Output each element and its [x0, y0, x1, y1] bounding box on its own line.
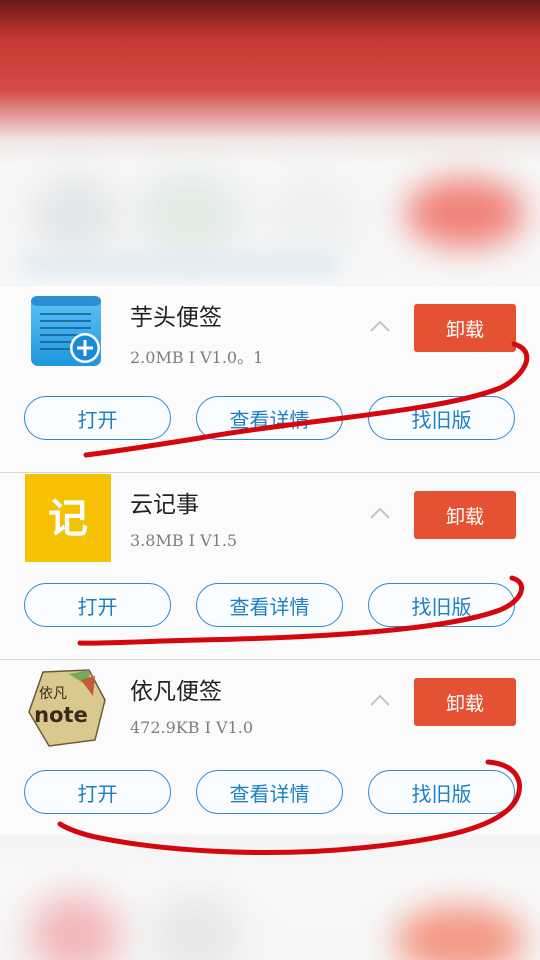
- app-name: 依凡便签: [130, 679, 222, 705]
- app-card-yutou: 芋头便签 2.0MB I V1.0。1 卸载 打开 查看详情 找旧版: [0, 286, 540, 473]
- find-old-version-button[interactable]: 找旧版: [368, 583, 515, 627]
- view-details-button[interactable]: 查看详情: [196, 396, 343, 440]
- view-details-button[interactable]: 查看详情: [196, 583, 343, 627]
- app-size-version: 472.9KB I V1.0: [130, 718, 254, 737]
- open-button[interactable]: 打开: [24, 583, 171, 627]
- app-size-version: 2.0MB I V1.0。1: [130, 348, 264, 367]
- blurred-footer-area: [0, 835, 540, 960]
- blurred-button: [395, 905, 525, 960]
- app-size-version: 3.8MB I V1.5: [130, 531, 238, 550]
- open-button[interactable]: 打开: [24, 396, 171, 440]
- icon-glyph: note: [34, 703, 88, 727]
- app-card-yunjishi: 记 云记事 3.8MB I V1.5 卸载 打开 查看详情 找旧版: [0, 473, 540, 660]
- chevron-up-icon[interactable]: [368, 692, 392, 708]
- app-name: 云记事: [130, 492, 199, 518]
- chevron-up-icon[interactable]: [368, 505, 392, 521]
- uninstall-button[interactable]: 卸载: [414, 491, 516, 539]
- blurred-icon: [30, 895, 120, 960]
- uninstall-button[interactable]: 卸载: [414, 678, 516, 726]
- blurred-button: [405, 178, 525, 248]
- blurred-icon: [265, 175, 360, 260]
- view-details-button[interactable]: 查看详情: [196, 770, 343, 814]
- yun-ji-icon[interactable]: 记: [25, 474, 111, 562]
- app-card-yifan: 依凡 note 依凡便签 472.9KB I V1.0 卸载 打开 查看详情 找…: [0, 660, 540, 847]
- blurred-icon: [135, 170, 245, 260]
- find-old-version-button[interactable]: 找旧版: [368, 770, 515, 814]
- chevron-up-icon[interactable]: [368, 318, 392, 334]
- open-button[interactable]: 打开: [24, 770, 171, 814]
- yifan-note-icon[interactable]: 依凡 note: [25, 666, 109, 750]
- icon-glyph: 记: [48, 495, 88, 542]
- blurred-header-area: [0, 0, 540, 285]
- find-old-version-button[interactable]: 找旧版: [368, 396, 515, 440]
- uninstall-button[interactable]: 卸载: [414, 304, 516, 352]
- notepad-plus-icon[interactable]: [25, 292, 109, 376]
- blurred-strip: [20, 255, 340, 273]
- app-name: 芋头便签: [130, 305, 222, 331]
- icon-glyph: 依凡: [39, 686, 67, 702]
- blurred-icon: [150, 895, 240, 960]
- blurred-icon: [30, 175, 120, 255]
